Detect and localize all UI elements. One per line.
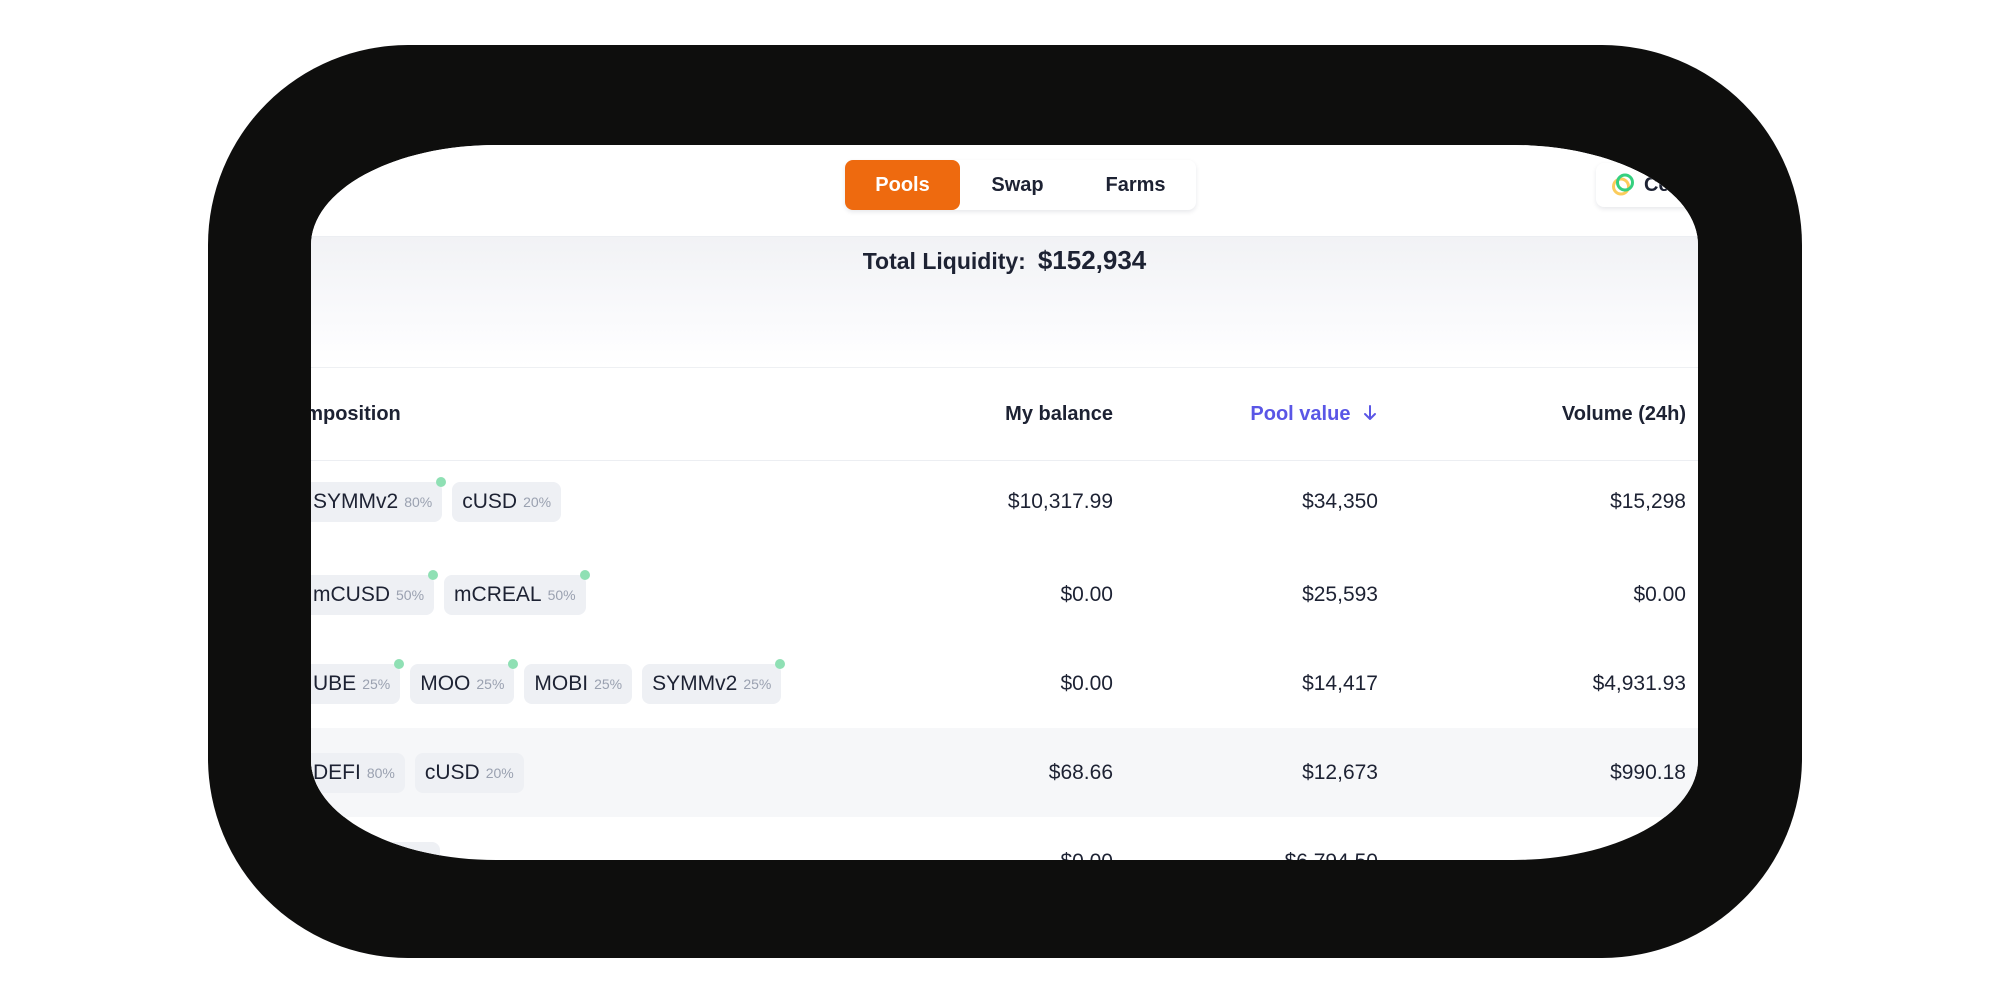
table-header: omposition My balance Pool value Volume … xyxy=(311,368,1698,461)
my-balance-cell: $68.66 xyxy=(1048,761,1113,784)
tab-farms[interactable]: Farms xyxy=(1075,160,1196,210)
token-weight: 25% xyxy=(594,675,623,692)
token-chip: SYMMv2 80% xyxy=(311,476,447,522)
table-row[interactable]: SYMMv2 80% cUSD 20% $10,317.99 $34,350 $15,298 xyxy=(311,461,1698,550)
total-liquidity-value: $152,934 xyxy=(1037,245,1147,275)
my-balance-cell: $0.00 xyxy=(1060,583,1113,606)
token-name: MOO xyxy=(420,671,471,695)
token-chip: MOO 25% xyxy=(410,658,519,704)
total-liquidity-label: Total Liquidity: xyxy=(862,248,1026,274)
token-composition: mCUSD 50% mCREAL 50% xyxy=(311,550,590,639)
token-chip xyxy=(311,836,333,860)
status-dot-icon xyxy=(428,569,439,580)
header-volume: Volume (24h) xyxy=(1561,403,1686,425)
token-chip: cUSD 20% xyxy=(414,752,524,793)
token-chip: cUSD 5% xyxy=(339,841,441,861)
pool-value-cell: $14,417 xyxy=(1302,672,1378,695)
token-weight: 5% xyxy=(410,854,430,861)
table-body: SYMMv2 80% cUSD 20% $10,317.99 $34,350 $15,298… xyxy=(311,461,1698,860)
network-selector-button[interactable]: Ce xyxy=(1596,163,1698,207)
token-weight: 50% xyxy=(547,586,576,603)
token-name: SYMMv2 xyxy=(313,489,399,513)
token-chip: MOBI 25% xyxy=(524,663,633,704)
token-weight: 80% xyxy=(404,493,433,510)
app-screen: Pools Swap Farms Ce Total Liquidity: $152… xyxy=(311,145,1698,860)
token-name: UBE xyxy=(313,671,357,695)
volume-cell: $0.00 xyxy=(1633,583,1686,606)
token-weight: 25% xyxy=(362,675,391,692)
header-my-balance: My balance xyxy=(1005,403,1113,425)
token-chip: SYMMv2 25% xyxy=(642,658,786,704)
token-chip: mCREAL 50% xyxy=(444,569,590,615)
stats-band: Total Liquidity: $152,934 xyxy=(311,237,1698,368)
token-composition: SYMMv2 80% cUSD 20% xyxy=(311,457,562,546)
top-header: Pools Swap Farms Ce xyxy=(311,145,1698,237)
token-weight: 20% xyxy=(485,764,514,781)
token-composition: cUSD 5% xyxy=(311,817,441,861)
header-composition: omposition xyxy=(311,403,401,425)
token-name: mCREAL xyxy=(454,582,542,606)
pool-value-cell: $12,673 xyxy=(1302,761,1378,784)
status-dot-icon xyxy=(436,476,447,487)
token-weight: 50% xyxy=(396,586,425,603)
pool-value-cell: $34,350 xyxy=(1302,490,1378,513)
my-balance-cell: $0.00 xyxy=(1060,817,1113,860)
tab-swap[interactable]: Swap xyxy=(960,160,1075,210)
token-composition: DEFI 80% cUSD 20% xyxy=(311,728,524,817)
token-name: MOBI xyxy=(534,671,589,695)
my-balance-cell: $10,317.99 xyxy=(1007,490,1113,513)
token-composition: UBE 25% MOO 25% MOBI 25% SYMMv2 25% xyxy=(311,639,786,728)
status-dot-icon xyxy=(775,658,786,669)
tab-pools[interactable]: Pools xyxy=(845,160,960,210)
header-pool-value[interactable]: Pool value xyxy=(1250,368,1378,460)
table-row[interactable]: DEFI 80% cUSD 20% $68.66 $12,673 $990.18 xyxy=(311,728,1698,817)
table-row[interactable]: UBE 25% MOO 25% MOBI 25% SYMMv2 25% $0.00 $14,417… xyxy=(311,639,1698,728)
token-name: SYMMv2 xyxy=(652,671,738,695)
token-chip: DEFI 80% xyxy=(311,752,405,793)
token-weight: 25% xyxy=(476,675,505,692)
pool-value-cell: $25,593 xyxy=(1302,583,1378,606)
token-name: mCUSD xyxy=(313,582,390,606)
status-dot-icon xyxy=(394,658,405,669)
table-row[interactable]: cUSD 5% $0.00 $6,794.50 xyxy=(311,817,1698,860)
volume-cell: $990.18 xyxy=(1610,761,1686,784)
token-weight: 80% xyxy=(366,764,395,781)
nav-tabs: Pools Swap Farms xyxy=(845,160,1196,210)
token-name: DEFI xyxy=(313,760,361,784)
status-dot-icon xyxy=(579,569,590,580)
arrow-down-icon xyxy=(1364,405,1376,420)
celo-logo-icon xyxy=(1612,173,1634,196)
token-chip: UBE 25% xyxy=(311,658,405,704)
token-weight: 25% xyxy=(743,675,772,692)
header-pool-value-label: Pool value xyxy=(1250,403,1351,425)
token-name: cUSD xyxy=(349,850,404,861)
network-label: Ce xyxy=(1644,173,1670,196)
volume-cell: $15,298 xyxy=(1610,490,1686,513)
pool-value-cell: $6,794.50 xyxy=(1285,817,1378,860)
table-row[interactable]: mCUSD 50% mCREAL 50% $0.00 $25,593 $0.00 xyxy=(311,550,1698,639)
pools-table: omposition My balance Pool value Volume … xyxy=(311,368,1698,860)
token-weight: 20% xyxy=(523,493,552,510)
my-balance-cell: $0.00 xyxy=(1060,672,1113,695)
token-chip: cUSD 20% xyxy=(452,481,562,522)
total-liquidity: Total Liquidity: $152,934 xyxy=(311,245,1698,276)
token-chip: mCUSD 50% xyxy=(311,569,439,615)
status-dot-icon xyxy=(508,658,519,669)
token-name: cUSD xyxy=(424,760,480,784)
status-dot-icon xyxy=(323,836,333,847)
volume-cell: $4,931.93 xyxy=(1592,672,1686,695)
token-name: cUSD xyxy=(462,489,518,513)
